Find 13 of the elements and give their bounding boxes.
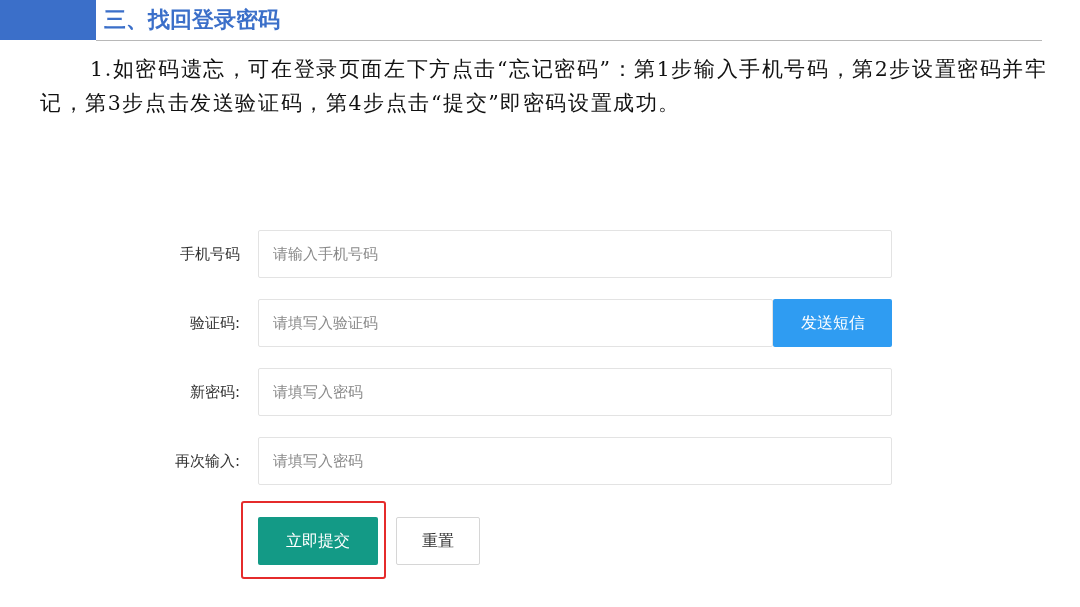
submit-button[interactable]: 立即提交 — [258, 517, 378, 565]
send-sms-button[interactable]: 发送短信 — [773, 299, 892, 347]
input-field[interactable]: 请填写入密码 — [258, 437, 892, 485]
field-label: 新密码: — [188, 382, 240, 402]
input-field[interactable]: 请填写入验证码 — [258, 299, 773, 347]
field-label: 再次输入: — [173, 451, 240, 471]
reset-button[interactable]: 重置 — [396, 517, 480, 565]
field-label: 手机号码 — [179, 244, 240, 264]
instruction-paragraph: 1.如密码遗忘，可在登录页面左下方点击“忘记密码”：第1步输入手机号码，第2步设置密码并牢记，第3步点击发送验证码，第4步点击“提交”即密码设置成功。 — [40, 56, 1049, 117]
input-field[interactable]: 请输入手机号码 — [258, 230, 892, 278]
section-heading: 三、找回登录密码 — [104, 6, 280, 34]
input-field[interactable]: 请填写入密码 — [258, 368, 892, 416]
field-label: 验证码: — [188, 313, 240, 333]
